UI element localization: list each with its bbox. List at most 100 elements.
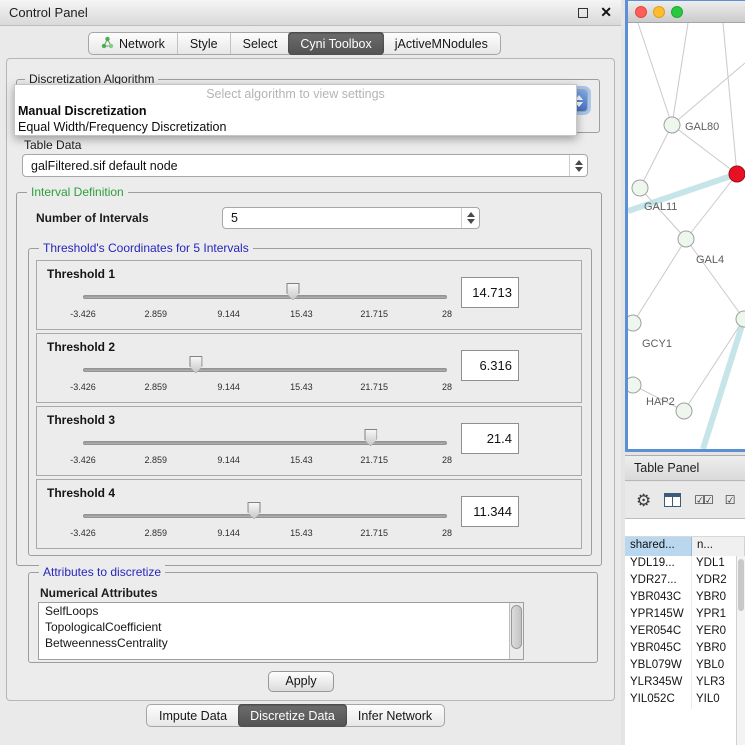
list-scrollbar-thumb[interactable] (511, 605, 522, 649)
table-data-combobox-stepper[interactable] (569, 155, 587, 176)
node-unlabeled[interactable] (628, 377, 641, 393)
list-item[interactable]: BetweennessCentrality (39, 635, 523, 651)
column-header-name[interactable]: n... (692, 537, 745, 556)
node-gal80[interactable] (664, 117, 680, 133)
apply-button[interactable]: Apply (268, 671, 334, 692)
tick-label: 9.144 (217, 382, 240, 392)
threshold-1-panel: Threshold 1 -3.4262.8599.14415.4321.7152… (36, 260, 582, 330)
cell-shared-name[interactable]: YBR045C (625, 641, 692, 658)
threshold-3-slider[interactable] (83, 429, 447, 449)
cell-shared-name[interactable]: YBL079W (625, 658, 692, 675)
cell-shared-name[interactable]: YLR345W (625, 675, 692, 692)
cell-shared-name[interactable]: YDL19... (625, 556, 692, 573)
tick-label: 15.43 (290, 528, 313, 538)
table-row[interactable]: YBR045CYBR0 (625, 641, 745, 658)
tab-network[interactable]: Network (89, 33, 177, 54)
list-item[interactable]: SelfLoops (39, 603, 523, 619)
node-gcy1[interactable] (628, 315, 641, 331)
threshold-1-value-field[interactable]: 14.713 (461, 277, 519, 308)
threshold-1-slider[interactable] (83, 283, 447, 303)
table-settings-gear-icon[interactable]: ⚙ (636, 492, 651, 509)
minimize-traffic-light[interactable] (653, 6, 665, 18)
tab-cyni-toolbox[interactable]: Cyni Toolbox (288, 32, 383, 55)
slider-track[interactable] (83, 514, 447, 518)
threshold-4-slider[interactable] (83, 502, 447, 522)
cell-shared-name[interactable]: YDR27... (625, 573, 692, 590)
number-of-intervals-combobox[interactable]: 5 (222, 207, 480, 229)
column-header-shared-name[interactable]: shared... (625, 537, 692, 556)
table-row[interactable]: YLR345WYLR3 (625, 675, 745, 692)
node-label-gal4: GAL4 (696, 254, 724, 266)
tab-discretize-data[interactable]: Discretize Data (238, 704, 347, 727)
tick-label: 28 (442, 382, 452, 392)
cell-shared-name[interactable]: YBR043C (625, 590, 692, 607)
table-row[interactable]: YDL19...YDL1 (625, 556, 745, 573)
tab-cyni-label: Cyni Toolbox (300, 37, 371, 51)
tick-label: 21.715 (360, 309, 388, 319)
threshold-4-value-field[interactable]: 11.344 (461, 496, 519, 527)
table-top-gap (625, 519, 745, 537)
network-canvas[interactable]: GAL80 GAL11 GAL4 GCY1 HAP2 (628, 23, 745, 449)
float-window-icon[interactable] (578, 8, 588, 18)
slider-track[interactable] (83, 295, 447, 299)
panel-title: Control Panel (9, 5, 88, 20)
close-icon[interactable]: ✕ (600, 4, 612, 21)
dropdown-placeholder: Select algorithm to view settings (15, 85, 576, 103)
node-edge-cut[interactable] (736, 311, 745, 327)
slider-tick-labels: -3.4262.8599.14415.4321.71528 (83, 455, 447, 467)
table-scrollbar[interactable] (736, 556, 745, 745)
tab-jactivemodules[interactable]: jActiveMNodules (383, 33, 500, 54)
list-scrollbar[interactable] (509, 603, 523, 659)
table-row[interactable]: YIL052CYIL0 (625, 692, 745, 709)
number-of-intervals-stepper[interactable] (461, 208, 479, 228)
threshold-2-value-field[interactable]: 6.316 (461, 350, 519, 381)
tab-infer-network[interactable]: Infer Network (346, 705, 444, 726)
cell-shared-name[interactable]: YPR145W (625, 607, 692, 624)
node-gal4[interactable] (678, 231, 694, 247)
tab-infer-label: Infer Network (358, 709, 432, 723)
node-gal11[interactable] (632, 180, 648, 196)
zoom-traffic-light[interactable] (671, 6, 683, 18)
tab-impute-data[interactable]: Impute Data (147, 705, 239, 726)
node-label-gcy1: GCY1 (642, 338, 672, 350)
select-all-columns-icon[interactable]: ☑☑ (694, 493, 712, 507)
slider-track[interactable] (83, 441, 447, 445)
dropdown-option-equal-width-frequency[interactable]: Equal Width/Frequency Discretization (15, 119, 576, 135)
close-traffic-light[interactable] (635, 6, 647, 18)
table-columns-icon[interactable] (664, 493, 681, 507)
tick-label: 15.43 (290, 309, 313, 319)
table-scrollbar-thumb[interactable] (738, 559, 744, 611)
tick-label: 28 (442, 455, 452, 465)
table-row[interactable]: YPR145WYPR1 (625, 607, 745, 624)
table-row[interactable]: YBL079WYBL0 (625, 658, 745, 675)
tab-select[interactable]: Select (230, 33, 290, 54)
tick-label: 9.144 (217, 455, 240, 465)
tab-style[interactable]: Style (177, 33, 230, 54)
slider-tick-labels: -3.4262.8599.14415.4321.71528 (83, 309, 447, 321)
tick-label: 2.859 (145, 382, 168, 392)
network-window-titlebar (628, 1, 745, 23)
tick-label: 15.43 (290, 382, 313, 392)
table-panel-header: Table Panel (625, 455, 745, 481)
node-hap2[interactable] (676, 403, 692, 419)
table-row[interactable]: YDR27...YDR2 (625, 573, 745, 590)
cell-shared-name[interactable]: YER054C (625, 624, 692, 641)
list-item[interactable]: TopologicalCoefficient (39, 619, 523, 635)
slider-track[interactable] (83, 368, 447, 372)
threshold-1-label: Threshold 1 (47, 267, 115, 281)
table-data-combobox[interactable]: galFiltered.sif default node (22, 154, 588, 177)
dropdown-option-manual-discretization[interactable]: Manual Discretization (15, 103, 576, 119)
threshold-2-slider[interactable] (83, 356, 447, 376)
cell-shared-name[interactable]: YIL052C (625, 692, 692, 709)
table-row[interactable]: YBR043CYBR0 (625, 590, 745, 607)
attributes-group-title: Attributes to discretize (39, 565, 165, 579)
threshold-3-value-field[interactable]: 21.4 (461, 423, 519, 454)
network-edges (633, 23, 745, 411)
table-row[interactable]: YER054CYER0 (625, 624, 745, 641)
node-selected-red[interactable] (729, 166, 745, 182)
select-column-icon[interactable]: ☑ (725, 493, 734, 507)
tick-label: 2.859 (145, 309, 168, 319)
tab-select-label: Select (243, 37, 278, 51)
control-panel-titlebar: Control Panel ✕ (0, 0, 621, 26)
tick-label: 9.144 (217, 528, 240, 538)
